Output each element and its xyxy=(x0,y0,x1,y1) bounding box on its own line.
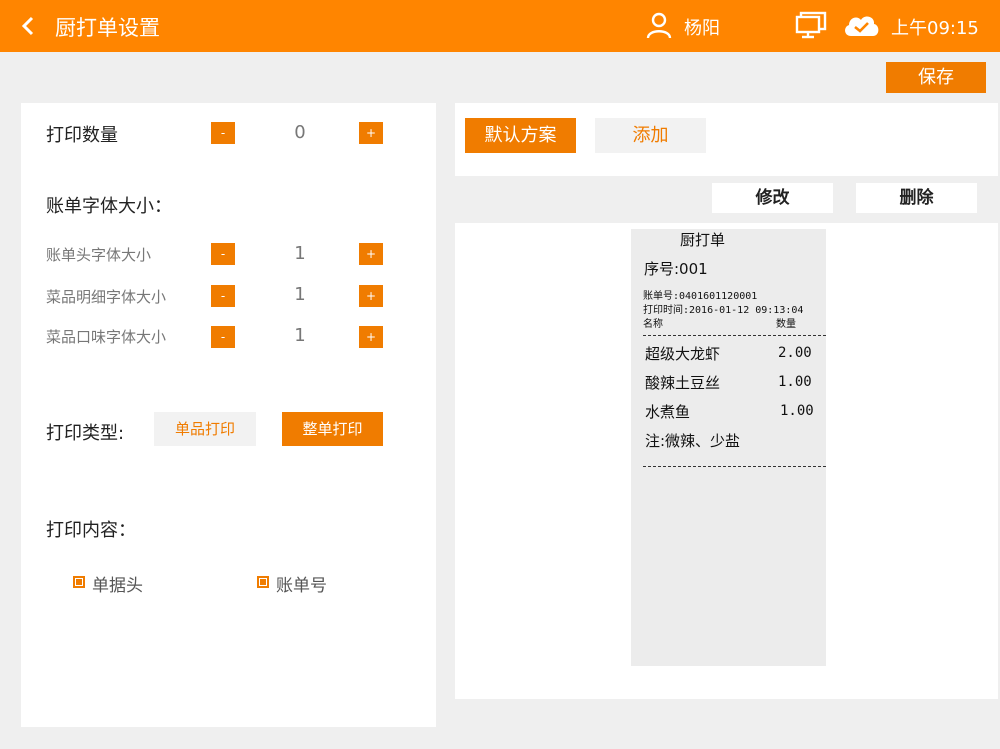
edit-button[interactable]: 修改 xyxy=(712,183,833,213)
save-button[interactable]: 保存 xyxy=(886,62,986,93)
receipt-col-name: 名称 xyxy=(643,319,663,330)
print-count-value: 0 xyxy=(294,122,306,143)
header-font-size-plus-button[interactable]: + xyxy=(359,243,383,265)
single-print-button[interactable]: 单品打印 xyxy=(154,412,256,446)
add-scheme-button[interactable]: 添加 xyxy=(595,118,706,153)
receipt-item-name: 酸辣土豆丝 xyxy=(645,374,721,392)
dish-detail-font-size-plus-button[interactable]: + xyxy=(359,285,383,307)
default-scheme-tab[interactable]: 默认方案 xyxy=(465,118,576,153)
cloud-sync-icon[interactable] xyxy=(842,12,880,38)
receipt-col-qty: 数量 xyxy=(776,319,796,330)
header-font-size-minus-button[interactable]: - xyxy=(211,243,235,265)
clock-time: 上午09:15 xyxy=(891,18,979,39)
receipt-print-time: 打印时间:2016-01-12 09:13:04 xyxy=(643,305,804,316)
print-count-plus-button[interactable]: + xyxy=(359,122,383,144)
receipt-item-name: 超级大龙虾 xyxy=(645,345,721,363)
top-bar: 厨打单设置 杨阳 上午09:15 xyxy=(0,0,1000,52)
print-count-label: 打印数量 xyxy=(46,125,118,146)
dish-taste-font-size-minus-button[interactable]: - xyxy=(211,326,235,348)
header-font-size-value: 1 xyxy=(294,243,306,264)
receipt-title: 厨打单 xyxy=(680,231,726,249)
print-content-label: 打印内容： xyxy=(46,520,136,541)
receipt-divider xyxy=(643,466,826,467)
header-font-size-label: 账单头字体大小 xyxy=(46,246,152,264)
dish-taste-font-size-label: 菜品口味字体大小 xyxy=(46,328,167,346)
bill-number-checkbox[interactable] xyxy=(257,576,269,588)
scheme-bar: 默认方案 添加 xyxy=(455,103,998,176)
dish-detail-font-size-value: 1 xyxy=(294,284,306,305)
receipt-bill-no: 账单号:0401601120001 xyxy=(643,291,758,302)
receipt-divider xyxy=(643,335,826,336)
receipt-item-qty: 2.00 xyxy=(778,345,812,361)
bill-number-checkbox-label[interactable]: 账单号 xyxy=(276,571,327,596)
dish-taste-font-size-plus-button[interactable]: + xyxy=(359,326,383,348)
page-title: 厨打单设置 xyxy=(55,16,160,40)
print-type-label: 打印类型: xyxy=(46,423,125,444)
dish-taste-font-size-value: 1 xyxy=(294,325,306,346)
user-name[interactable]: 杨阳 xyxy=(684,14,720,40)
receipt-note: 注:微辣、少盐 xyxy=(645,432,741,450)
dish-detail-font-size-minus-button[interactable]: - xyxy=(211,285,235,307)
settings-panel: 打印数量 - 0 + 账单字体大小： 账单头字体大小 - 1 + 菜品明细字体大… xyxy=(21,103,436,727)
bill-header-checkbox[interactable] xyxy=(73,576,85,588)
print-count-minus-button[interactable]: - xyxy=(211,122,235,144)
receipt-preview: 厨打单 序号:001 账单号:0401601120001 打印时间:2016-0… xyxy=(631,229,826,666)
delete-button[interactable]: 删除 xyxy=(856,183,977,213)
whole-print-button[interactable]: 整单打印 xyxy=(282,412,383,446)
receipt-seq: 序号:001 xyxy=(644,260,708,278)
receipt-item-qty: 1.00 xyxy=(780,403,814,419)
receipt-item-name: 水煮鱼 xyxy=(645,403,691,421)
bill-header-checkbox-label[interactable]: 单据头 xyxy=(92,571,143,596)
receipt-item-qty: 1.00 xyxy=(778,374,812,390)
font-size-section-title: 账单字体大小： xyxy=(46,196,172,217)
dish-detail-font-size-label: 菜品明细字体大小 xyxy=(46,288,167,306)
monitor-icon[interactable] xyxy=(795,11,827,39)
user-icon[interactable] xyxy=(645,11,673,39)
back-arrow-icon[interactable] xyxy=(18,14,40,38)
